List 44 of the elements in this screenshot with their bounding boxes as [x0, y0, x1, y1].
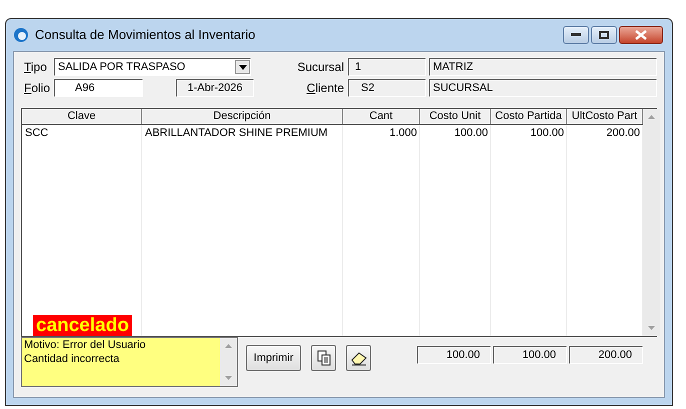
field-label: Tipo	[23, 59, 48, 76]
eraser-button[interactable]	[346, 345, 371, 371]
table-cell-text: 100.00	[453, 126, 489, 141]
app-icon	[13, 27, 29, 43]
table-cell-text: 1.000	[388, 126, 418, 141]
close-button[interactable]	[619, 26, 663, 44]
total-field: 100.00	[417, 346, 491, 364]
scrollbar[interactable]	[643, 109, 660, 336]
canceled-badge: cancelado	[33, 315, 132, 336]
name-field: SUCURSAL	[429, 79, 657, 97]
column-header[interactable]: Cant	[343, 109, 420, 124]
field-label: Folio	[23, 80, 52, 97]
copy-icon	[316, 350, 330, 366]
reason-line: Motivo: Error del Usuario	[24, 338, 147, 352]
field-label: Sucursal	[296, 59, 345, 76]
table-cell-text: 200.00	[605, 126, 641, 141]
field-label: Cliente	[306, 80, 345, 97]
column-header[interactable]: Clave	[22, 109, 142, 124]
minimize-button[interactable]	[563, 26, 589, 44]
tipo-dropdown[interactable]: SALIDA POR TRASPASO	[54, 58, 251, 76]
reason-line: Cantidad incorrecta	[24, 352, 120, 366]
eraser-icon	[350, 350, 368, 366]
column-header[interactable]: UltCosto Part	[567, 109, 643, 124]
maximize-button[interactable]	[591, 26, 617, 44]
column-header[interactable]: Costo Unit	[420, 109, 491, 124]
date-field: 1-Abr-2026	[176, 79, 254, 97]
print-button[interactable]: Imprimir	[246, 345, 301, 371]
table-cell-text: 100.00	[529, 126, 565, 141]
column-header[interactable]: Descripción	[142, 109, 343, 124]
column-header[interactable]: Costo Partida	[491, 109, 567, 124]
total-field: 200.00	[569, 346, 643, 364]
code-field: S2	[348, 79, 426, 97]
folio-field[interactable]: A96	[54, 79, 143, 97]
reason-text-area[interactable]: Motivo: Error del Usuario Cantidad incorrecta	[21, 337, 238, 387]
total-field: 100.00	[493, 346, 567, 364]
minimize-icon	[571, 33, 581, 37]
name-field: MATRIZ	[429, 58, 657, 76]
maximize-icon	[599, 31, 609, 39]
window-title: Consulta de Movimientos al Inventario	[35, 26, 256, 44]
table-cell-text: ABRILLANTADOR SHINE PREMIUM	[144, 126, 329, 141]
copy-button[interactable]	[311, 345, 336, 371]
table-cell-text: SCC	[24, 126, 50, 141]
close-icon	[635, 30, 647, 40]
code-field: 1	[348, 58, 426, 76]
